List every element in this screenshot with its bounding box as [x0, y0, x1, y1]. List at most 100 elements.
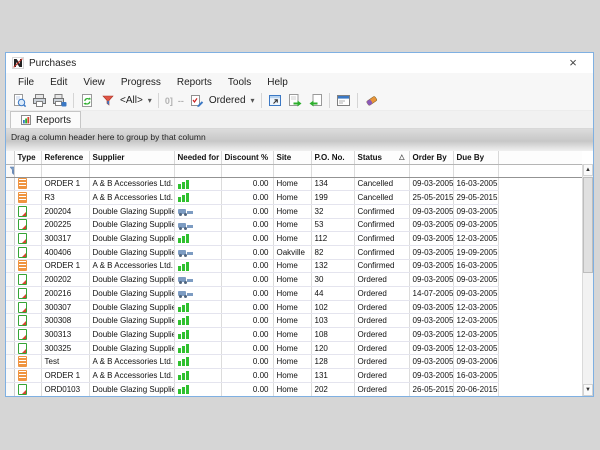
header-filler-cell: [498, 151, 582, 164]
export-button[interactable]: [286, 92, 305, 110]
column-header-po-no[interactable]: P.O. No.: [311, 151, 354, 164]
row-selector-cell: [6, 355, 14, 369]
menu-file[interactable]: File: [10, 75, 42, 90]
cell-due-by: 09-03-2005: [453, 273, 498, 287]
filter-cell-status[interactable]: [354, 164, 409, 177]
show-window-button[interactable]: [266, 92, 285, 110]
import-button[interactable]: [306, 92, 325, 110]
cell-supplier: A & B Accessories Ltd.: [89, 369, 174, 383]
progress-dropdown-caret[interactable]: ▾: [249, 96, 257, 105]
filter-cell-discount[interactable]: [221, 164, 273, 177]
filter-all-dropdown-caret[interactable]: ▾: [146, 96, 154, 105]
print-setup-icon: [52, 93, 67, 108]
row-selector-cell: [6, 191, 14, 205]
filter-cell-site[interactable]: [273, 164, 311, 177]
toolbar: <All> ▾ 0] -- Ordered ▾: [6, 91, 593, 111]
column-header-status[interactable]: Status△: [354, 151, 409, 164]
table-row[interactable]: 200204 Double Glazing Suppliers 0.00 Hom…: [6, 204, 582, 218]
filter-cell-po-no[interactable]: [311, 164, 354, 177]
row-filler-cell: [498, 355, 582, 369]
table-row[interactable]: Test A & B Accessories Ltd. 0.00 Home 12…: [6, 355, 582, 369]
cell-type: [14, 191, 41, 205]
title-bar: Purchases ×: [6, 53, 593, 73]
document-icon: [18, 302, 27, 313]
filter-all-value[interactable]: <All>: [118, 95, 145, 106]
table-row[interactable]: 200225 Double Glazing Suppliers 0.00 Hom…: [6, 218, 582, 232]
print-preview-button[interactable]: [10, 92, 29, 110]
column-header-type[interactable]: Type: [14, 151, 41, 164]
document-icon: [18, 329, 27, 340]
cell-needed-for: [174, 204, 221, 218]
help-button[interactable]: [362, 92, 381, 110]
menu-tools[interactable]: Tools: [220, 75, 259, 90]
table-row[interactable]: ORDER 1 A & B Accessories Ltd. 0.00 Home…: [6, 259, 582, 273]
filter-cell-reference[interactable]: [41, 164, 89, 177]
filter-button[interactable]: [98, 92, 117, 110]
filter-cell-order-by[interactable]: [409, 164, 453, 177]
cell-due-by: 12-03-2005: [453, 300, 498, 314]
table-row[interactable]: 300325 Double Glazing Suppliers 0.00 Hom…: [6, 341, 582, 355]
menu-edit[interactable]: Edit: [42, 75, 75, 90]
menu-progress[interactable]: Progress: [113, 75, 169, 90]
table-row[interactable]: ORDER 1 A & B Accessories Ltd. 0.00 Home…: [6, 369, 582, 383]
cell-po-no: 131: [311, 369, 354, 383]
column-header-order-by[interactable]: Order By: [409, 151, 453, 164]
vertical-scrollbar[interactable]: ▲ ▼: [582, 164, 593, 396]
table-row[interactable]: ORD0103 Double Glazing Suppliers 0.00 Ho…: [6, 382, 582, 396]
filter-cell-type[interactable]: [14, 164, 41, 177]
properties-button[interactable]: [334, 92, 353, 110]
cell-due-by: 16-03-2005: [453, 259, 498, 273]
column-header-supplier[interactable]: Supplier: [89, 151, 174, 164]
cell-site: Home: [273, 177, 311, 191]
progress-ordered-value[interactable]: Ordered: [207, 95, 248, 106]
cell-discount: 0.00: [221, 382, 273, 396]
filter-cell-due-by[interactable]: [453, 164, 498, 177]
order-lines-icon: [18, 370, 27, 381]
cell-needed-for: [174, 314, 221, 328]
cell-supplier: Double Glazing Suppliers: [89, 204, 174, 218]
table-row[interactable]: 300308 Double Glazing Suppliers 0.00 Hom…: [6, 314, 582, 328]
cell-status: Ordered: [354, 328, 409, 342]
column-header-reference[interactable]: Reference: [41, 151, 89, 164]
table-row[interactable]: 400406 Double Glazing Suppliers 0.00 Oak…: [6, 245, 582, 259]
filter-cell-needed-for[interactable]: [174, 164, 221, 177]
column-header-due-by[interactable]: Due By: [453, 151, 498, 164]
print-setup-button[interactable]: [50, 92, 69, 110]
column-header-site[interactable]: Site: [273, 151, 311, 164]
cell-needed-for: [174, 177, 221, 191]
filter-filler-cell: [498, 164, 582, 177]
column-header-needed-for[interactable]: Needed for: [174, 151, 221, 164]
cell-po-no: 132: [311, 259, 354, 273]
progress-ordered-button[interactable]: [187, 92, 206, 110]
print-button[interactable]: [30, 92, 49, 110]
refresh-button[interactable]: [78, 92, 97, 110]
column-header-discount[interactable]: Discount %: [221, 151, 273, 164]
table-row[interactable]: ORDER 1 A & B Accessories Ltd. 0.00 Home…: [6, 177, 582, 191]
menu-reports[interactable]: Reports: [169, 75, 220, 90]
cell-due-by: 12-03-2005: [453, 314, 498, 328]
menu-help[interactable]: Help: [259, 75, 296, 90]
close-button[interactable]: ×: [559, 54, 587, 72]
scroll-up-button[interactable]: ▲: [583, 164, 593, 176]
cell-order-by: 26-05-2015: [409, 382, 453, 396]
table-row[interactable]: 300313 Double Glazing Suppliers 0.00 Hom…: [6, 328, 582, 342]
row-selector-cell: [6, 232, 14, 246]
scrollbar-thumb[interactable]: [583, 177, 593, 273]
table-row[interactable]: 200216 Double Glazing Suppliers 0.00 Hom…: [6, 287, 582, 301]
filter-cell-supplier[interactable]: [89, 164, 174, 177]
row-filler-cell: [498, 382, 582, 396]
table-row[interactable]: 300317 Double Glazing Suppliers 0.00 Hom…: [6, 232, 582, 246]
cell-po-no: 103: [311, 314, 354, 328]
table-row[interactable]: 200202 Double Glazing Suppliers 0.00 Hom…: [6, 273, 582, 287]
cell-site: Home: [273, 259, 311, 273]
menu-view[interactable]: View: [75, 75, 113, 90]
cell-status: Confirmed: [354, 218, 409, 232]
table-row[interactable]: R3 A & B Accessories Ltd. 0.00 Home 199 …: [6, 191, 582, 205]
cell-po-no: 53: [311, 218, 354, 232]
table-row[interactable]: 300307 Double Glazing Suppliers 0.00 Hom…: [6, 300, 582, 314]
row-filler-cell: [498, 218, 582, 232]
scroll-down-button[interactable]: ▼: [583, 384, 593, 396]
import-icon: [308, 93, 323, 108]
row-filler-cell: [498, 204, 582, 218]
tab-reports[interactable]: Reports: [10, 111, 81, 128]
